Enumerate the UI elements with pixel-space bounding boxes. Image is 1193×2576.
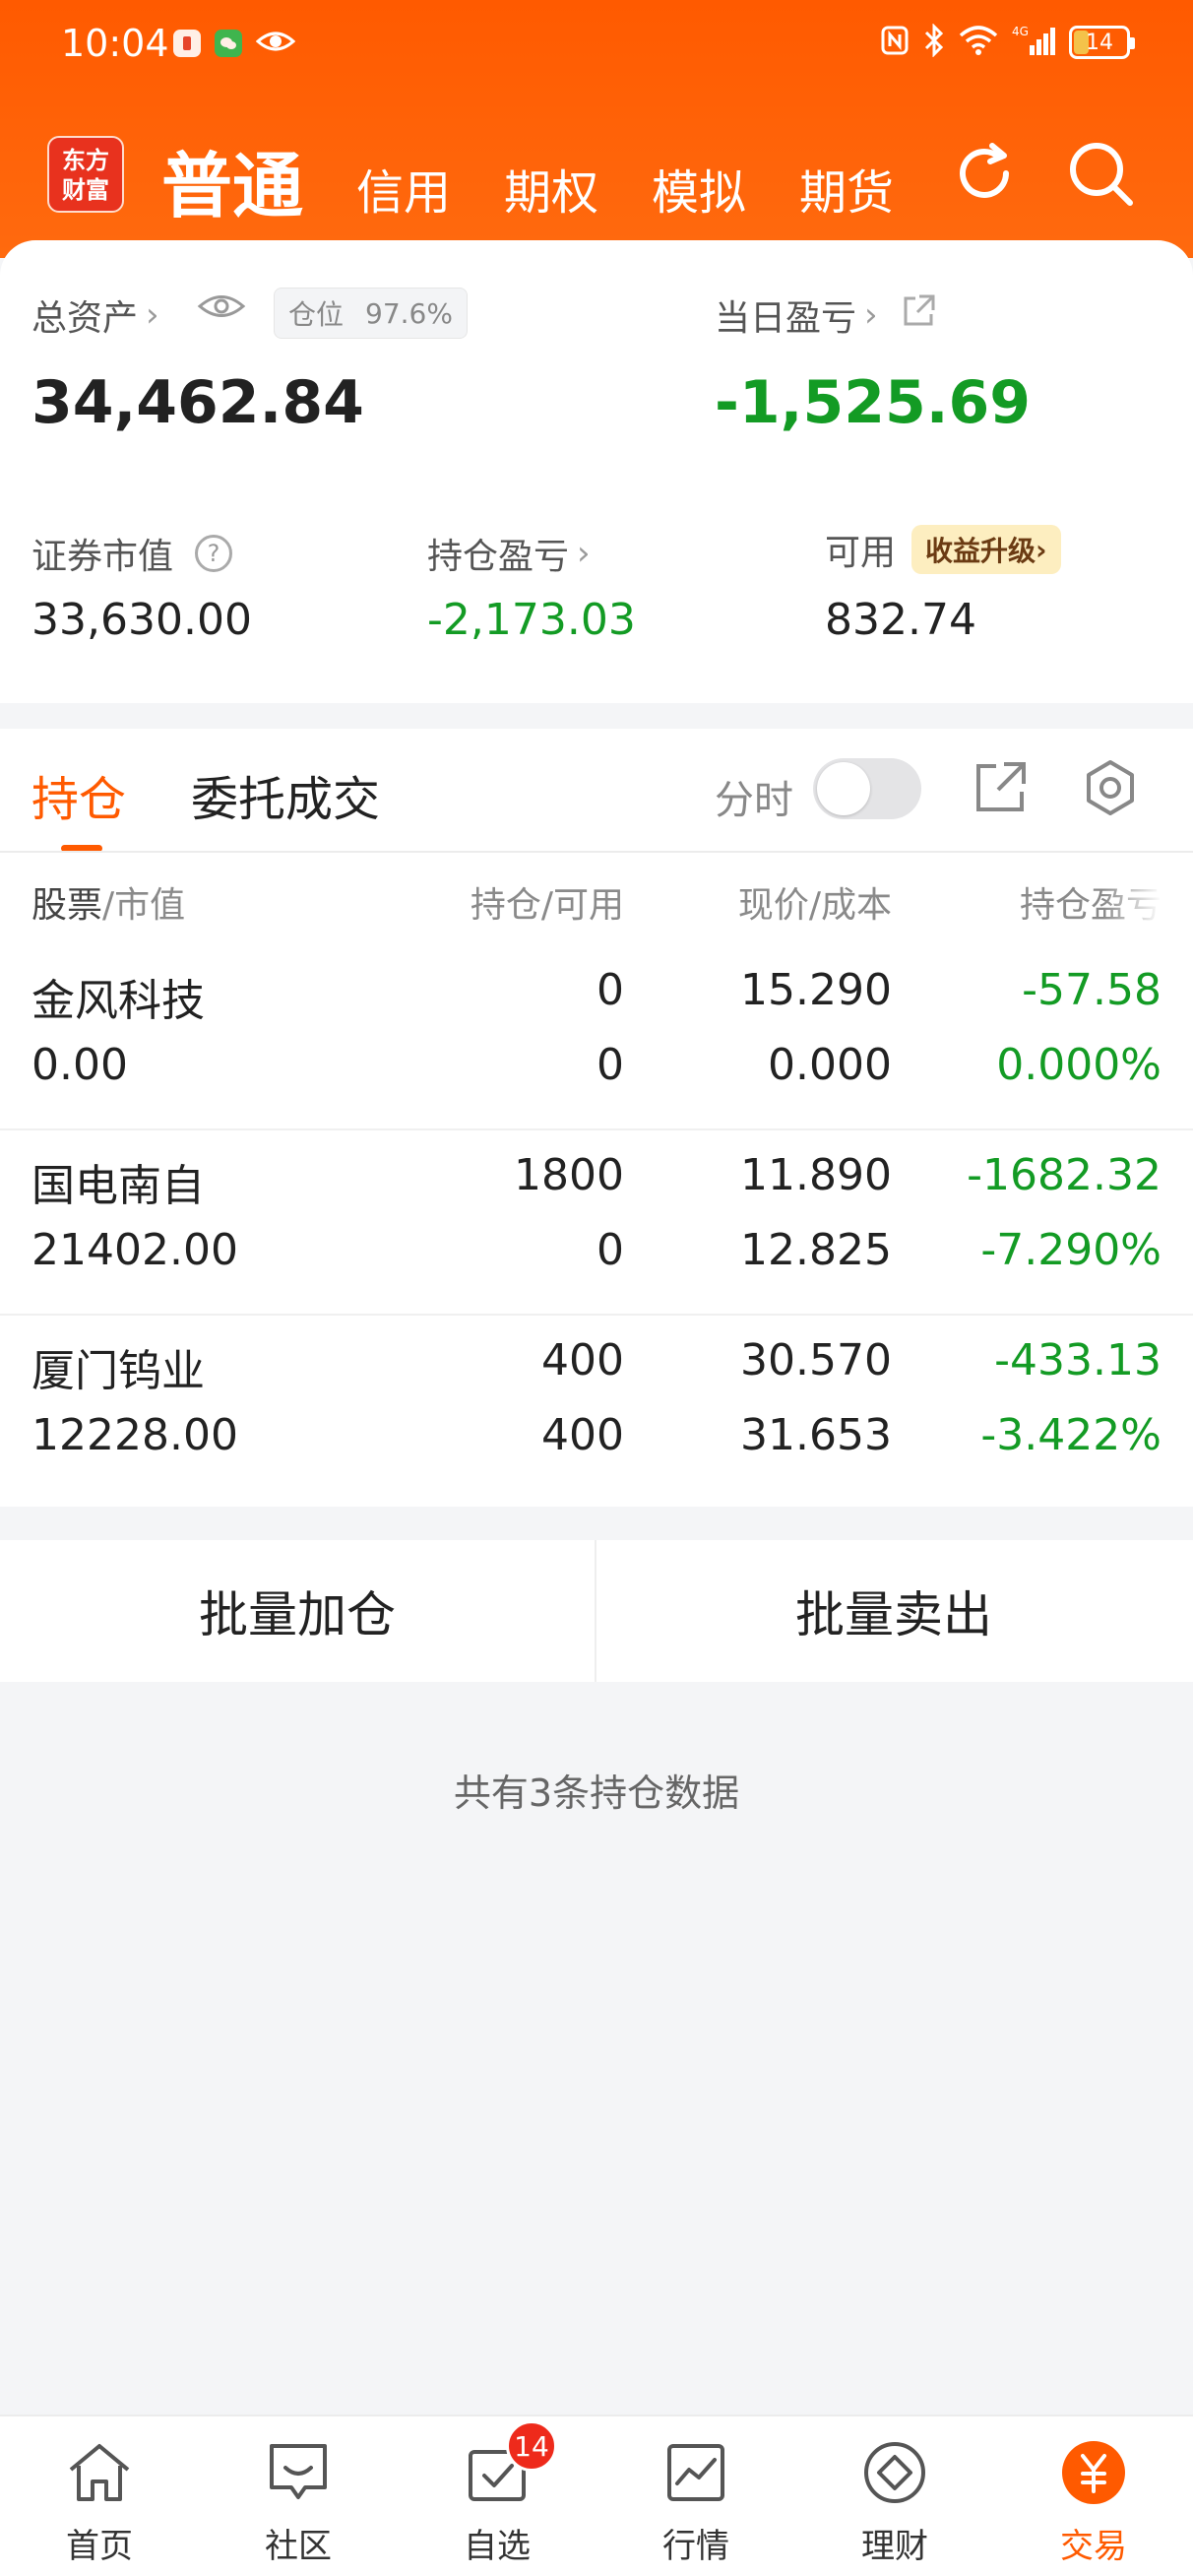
eye-toggle-icon[interactable] (197, 291, 246, 321)
search-icon[interactable] (1065, 138, 1136, 209)
status-bar: 10:04 4G 14 (0, 0, 1193, 95)
bluetooth-icon (923, 23, 945, 61)
column-price[interactable]: 现价/成本 (738, 876, 892, 928)
line-chart-icon (661, 2438, 730, 2507)
batch-actions: 批量加仓 批量卖出 (0, 1540, 1193, 1682)
nav-home[interactable]: 首页 (0, 2416, 199, 2576)
holdings-panel: 持仓 委托成交 分时 股票/市值 持仓/可用 现价/成本 持仓盈亏 金风科技 0… (0, 729, 1193, 1507)
account-summary-card: 总资产 › 仓位 97.6% 当日盈亏 › 34,462.84 -1,525.6… (0, 240, 1193, 703)
holding-pnl-label[interactable]: 持仓盈亏 › (427, 528, 591, 579)
wechat-icon (215, 30, 242, 57)
notification-app-icon (173, 30, 201, 57)
header: 10:04 4G 14 东方 财富 普通 信用 期权 模拟 期货 (0, 0, 1193, 258)
holdings-table-header: 股票/市值 持仓/可用 现价/成本 持仓盈亏 (0, 876, 1193, 945)
chevron-right-icon: › (577, 534, 591, 573)
chevron-right-icon: › (146, 295, 159, 335)
total-assets-label[interactable]: 总资产 › (31, 290, 159, 341)
nav-trade[interactable]: 交易 (994, 2416, 1193, 2576)
market-value: 33,630.00 (31, 595, 252, 645)
watchlist-badge: 14 (506, 2420, 557, 2472)
yuan-coin-icon (1059, 2438, 1128, 2507)
tab-normal[interactable]: 普通 (161, 128, 303, 231)
daily-pnl-label[interactable]: 当日盈亏 › (715, 290, 937, 341)
external-link-icon[interactable] (900, 292, 937, 339)
yield-upgrade-badge[interactable]: 收益升级 › (911, 525, 1061, 574)
batch-sell-button[interactable]: 批量卖出 (596, 1540, 1191, 1682)
tab-holdings[interactable]: 持仓 (31, 760, 126, 829)
holdings-count-text: 共有3条持仓数据 (453, 1771, 740, 1815)
table-row[interactable]: 厦门钨业 12228.00 400 400 30.570 31.653 -433… (0, 1316, 1193, 1501)
tab-futures[interactable]: 期货 (799, 154, 894, 223)
app-logo: 东方 财富 (47, 136, 124, 213)
column-qty[interactable]: 持仓/可用 (471, 876, 624, 928)
nav-wealth[interactable]: 理财 (795, 2416, 994, 2576)
column-stock[interactable]: 股票/市值 (31, 876, 185, 928)
trading-page: 10:04 4G 14 东方 财富 普通 信用 期权 模拟 期货 总资产 › 仓… (0, 0, 1193, 2576)
table-row[interactable]: 国电南自 21402.00 1800 0 11.890 12.825 -1682… (0, 1130, 1193, 1316)
chat-bubble-icon (264, 2438, 333, 2507)
tab-simulation[interactable]: 模拟 (652, 154, 746, 223)
share-icon[interactable] (971, 758, 1030, 817)
nav-watchlist[interactable]: 14 自选 (398, 2416, 596, 2576)
gear-icon[interactable] (1081, 758, 1140, 817)
svg-text:4G: 4G (1012, 25, 1029, 38)
refresh-icon[interactable] (949, 138, 1020, 209)
battery-icon: 14 (1069, 26, 1135, 59)
status-time: 10:04 (61, 22, 169, 65)
market-value-label: 证券市值 ? (31, 528, 233, 579)
position-ratio-badge: 仓位 97.6% (274, 288, 468, 339)
wifi-icon (959, 26, 998, 59)
tab-options[interactable]: 期权 (504, 154, 598, 223)
bottom-nav: 首页 社区 14 自选 行情 理财 交易 (0, 2415, 1193, 2576)
holding-pnl-value: -2,173.03 (427, 595, 636, 645)
table-row[interactable]: 金风科技 0.00 0 0 15.290 0.000 -57.58 0.000% (0, 945, 1193, 1130)
daily-pnl-value: -1,525.69 (715, 368, 1031, 437)
tab-credit[interactable]: 信用 (356, 154, 451, 223)
intraday-label: 分时 (715, 778, 793, 823)
home-icon (65, 2438, 134, 2507)
tab-orders-trades[interactable]: 委托成交 (191, 760, 380, 829)
help-icon[interactable]: ? (195, 535, 233, 572)
column-pnl[interactable]: 持仓盈亏 (1004, 876, 1162, 928)
available-label: 可用 收益升级 › (825, 524, 1061, 575)
intraday-toggle[interactable] (813, 758, 921, 819)
nav-community[interactable]: 社区 (199, 2416, 398, 2576)
diamond-icon (860, 2438, 929, 2507)
account-type-tabs: 东方 财富 普通 信用 期权 模拟 期货 (0, 118, 1193, 236)
eye-status-icon (255, 28, 296, 59)
nav-market[interactable]: 行情 (596, 2416, 795, 2576)
nfc-icon (880, 25, 910, 60)
batch-add-button[interactable]: 批量加仓 (0, 1540, 595, 1682)
cellular-signal-icon: 4G (1012, 24, 1055, 61)
total-assets-value: 34,462.84 (31, 368, 364, 437)
available-value: 832.74 (825, 595, 976, 645)
chevron-right-icon: › (864, 295, 878, 335)
